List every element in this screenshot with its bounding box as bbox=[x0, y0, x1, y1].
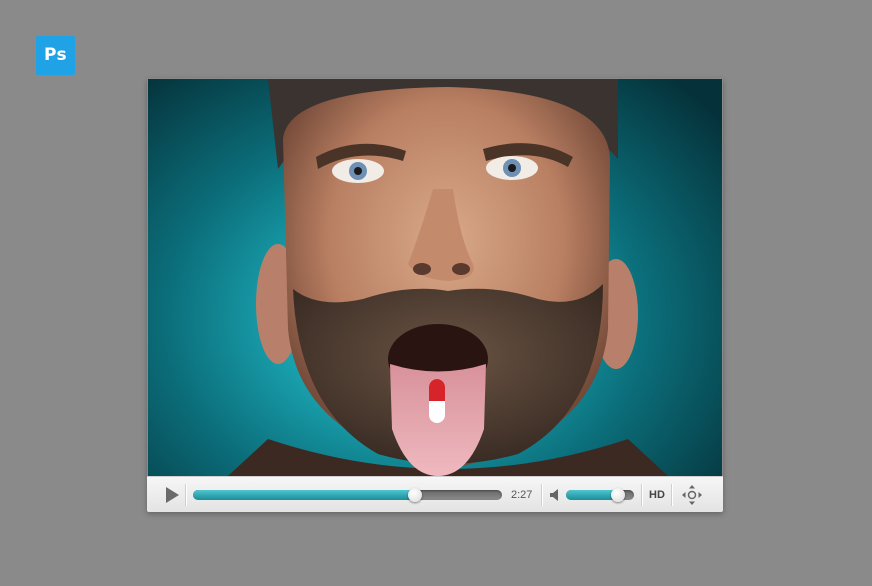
video-player: 2:27 HD bbox=[147, 78, 723, 512]
play-button[interactable] bbox=[163, 486, 181, 504]
volume-slider[interactable] bbox=[566, 488, 634, 502]
current-time: 2:27 bbox=[511, 489, 533, 501]
volume-handle[interactable] bbox=[611, 488, 626, 502]
video-frame[interactable] bbox=[148, 79, 722, 476]
photoshop-badge: Ps bbox=[36, 36, 75, 75]
divider bbox=[541, 484, 543, 506]
fullscreen-move-icon bbox=[682, 485, 702, 505]
video-still-image bbox=[228, 79, 668, 476]
hd-toggle-button[interactable]: HD bbox=[649, 488, 665, 502]
control-bar: 2:27 HD bbox=[147, 476, 723, 512]
seek-bar[interactable] bbox=[193, 488, 502, 502]
divider bbox=[185, 484, 187, 506]
seek-progress-fill bbox=[193, 490, 416, 500]
fullscreen-button[interactable] bbox=[681, 484, 703, 506]
seek-handle[interactable] bbox=[408, 488, 423, 502]
divider bbox=[671, 484, 673, 506]
volume-button[interactable] bbox=[549, 488, 561, 502]
divider bbox=[641, 484, 643, 506]
play-icon bbox=[166, 487, 179, 503]
speaker-icon bbox=[550, 489, 558, 501]
